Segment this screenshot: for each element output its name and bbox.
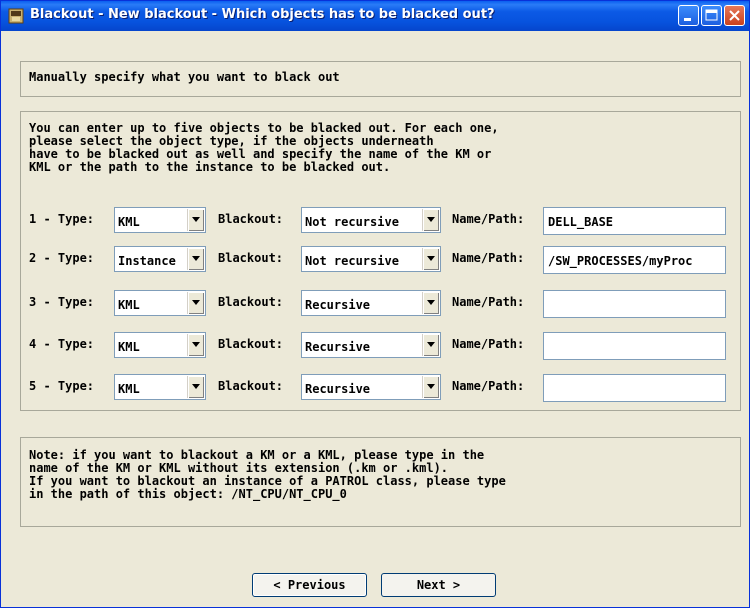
dropdown-arrow-icon[interactable] [422, 376, 439, 398]
header-text: Manually specify what you want to black … [29, 70, 340, 84]
name-path-label: Name/Path: [452, 251, 525, 265]
object-row-2: 2 - Type: Instance Blackout: Not recursi… [21, 245, 740, 274]
blackout-select-1[interactable]: Not recursive [301, 207, 441, 233]
window-title: Blackout - New blackout - Which objects … [30, 7, 495, 22]
blackout-select-3[interactable]: Recursive [301, 290, 441, 316]
dropdown-arrow-icon[interactable] [187, 376, 204, 398]
app-icon [8, 8, 24, 24]
close-button[interactable] [724, 5, 745, 26]
name-path-label: Name/Path: [452, 295, 525, 309]
name-path-label: Name/Path: [452, 212, 525, 226]
type-select-5[interactable]: KML [114, 374, 206, 400]
minimize-icon [684, 18, 691, 21]
object-row-4: 4 - Type: KML Blackout: Recursive Name/P… [21, 331, 740, 360]
maximize-button[interactable] [701, 5, 722, 26]
name-path-input-2[interactable]: /SW_PROCESSES/myProc [543, 246, 726, 274]
objects-panel: You can enter up to five objects to be b… [20, 111, 741, 411]
type-select-2[interactable]: Instance [114, 246, 206, 272]
row-type-label: 1 - Type: [29, 212, 95, 226]
row-type-label: 4 - Type: [29, 337, 95, 351]
dropdown-arrow-icon[interactable] [422, 334, 439, 356]
object-row-1: 1 - Type: KML Blackout: Not recursive Na… [21, 206, 740, 235]
dropdown-arrow-icon[interactable] [187, 292, 204, 314]
previous-button[interactable]: < Previous [252, 573, 367, 597]
dropdown-arrow-icon[interactable] [422, 248, 439, 270]
dropdown-arrow-icon[interactable] [187, 209, 204, 231]
name-path-input-4[interactable] [543, 332, 726, 360]
dropdown-arrow-icon[interactable] [187, 248, 204, 270]
name-path-label: Name/Path: [452, 337, 525, 351]
blackout-dialog: Blackout - New blackout - Which objects … [0, 0, 750, 608]
note-panel: Note: if you want to blackout a KM or a … [20, 437, 741, 527]
row-type-label: 5 - Type: [29, 379, 95, 393]
close-icon [729, 10, 740, 21]
dropdown-arrow-icon[interactable] [187, 334, 204, 356]
title-bar[interactable]: Blackout - New blackout - Which objects … [1, 1, 749, 31]
minimize-button[interactable] [678, 5, 699, 26]
dropdown-arrow-icon[interactable] [422, 209, 439, 231]
note-text: Note: if you want to blackout a KM or a … [29, 448, 506, 501]
type-select-3[interactable]: KML [114, 290, 206, 316]
blackout-label: Blackout: [218, 251, 284, 265]
object-row-3: 3 - Type: KML Blackout: Recursive Name/P… [21, 289, 740, 318]
blackout-label: Blackout: [218, 212, 284, 226]
blackout-label: Blackout: [218, 295, 284, 309]
blackout-label: Blackout: [218, 337, 284, 351]
blackout-select-5[interactable]: Recursive [301, 374, 441, 400]
row-type-label: 2 - Type: [29, 251, 95, 265]
blackout-select-2[interactable]: Not recursive [301, 246, 441, 272]
type-select-4[interactable]: KML [114, 332, 206, 358]
next-button[interactable]: Next > [381, 573, 496, 597]
name-path-label: Name/Path: [452, 379, 525, 393]
maximize-icon [705, 9, 718, 21]
row-type-label: 3 - Type: [29, 295, 95, 309]
header-panel: Manually specify what you want to black … [20, 61, 741, 97]
dropdown-arrow-icon[interactable] [422, 292, 439, 314]
blackout-select-4[interactable]: Recursive [301, 332, 441, 358]
type-select-1[interactable]: KML [114, 207, 206, 233]
name-path-input-3[interactable] [543, 290, 726, 318]
name-path-input-5[interactable] [543, 374, 726, 402]
blackout-label: Blackout: [218, 379, 284, 393]
intro-text: You can enter up to five objects to be b… [29, 121, 499, 174]
object-row-5: 5 - Type: KML Blackout: Recursive Name/P… [21, 373, 740, 402]
name-path-input-1[interactable]: DELL_BASE [543, 207, 726, 235]
